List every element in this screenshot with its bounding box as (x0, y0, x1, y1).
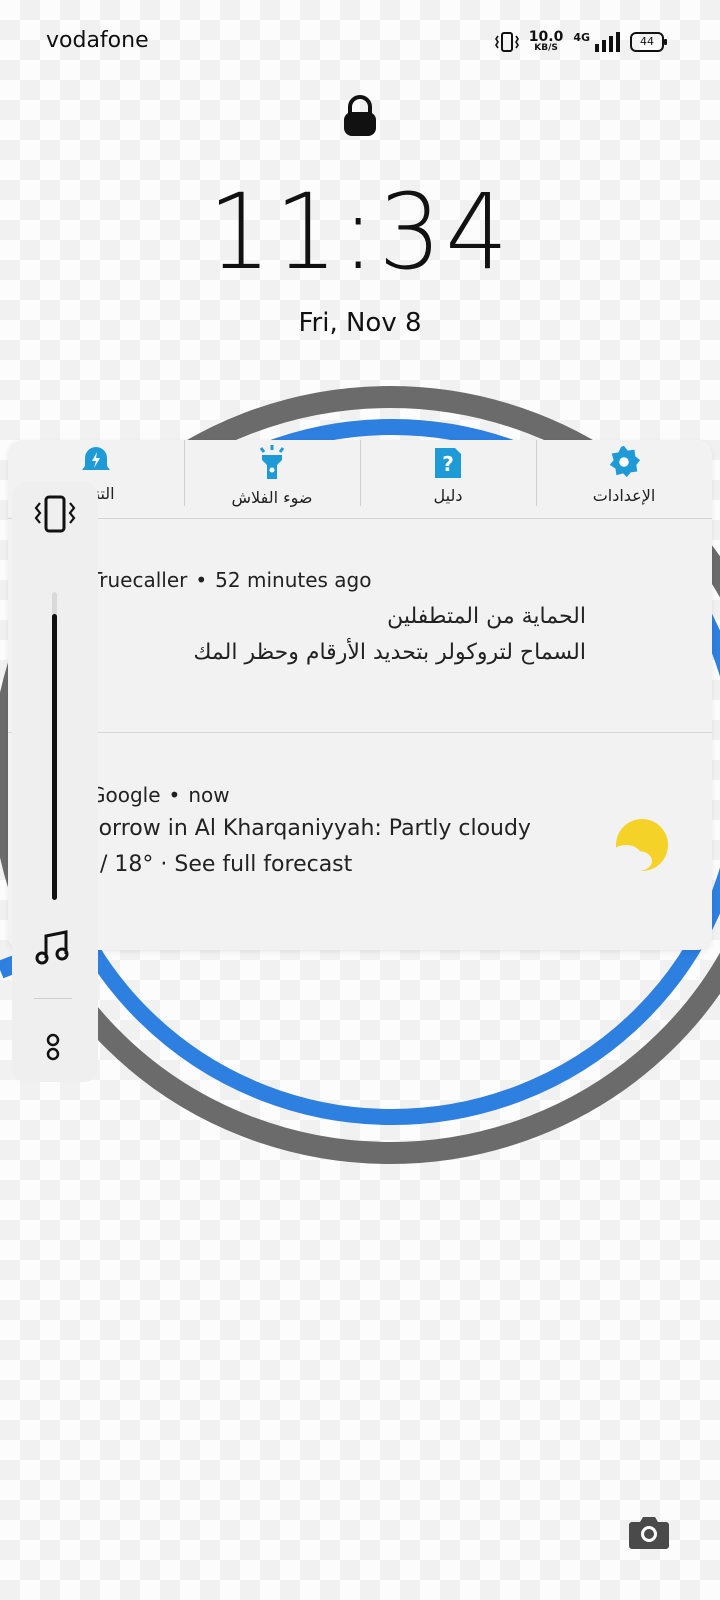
partly-cloudy-icon (610, 819, 668, 871)
network-type: 4G (573, 31, 590, 44)
quick-action-settings[interactable]: الإعدادات (536, 440, 712, 518)
quick-action-label: دليل (433, 486, 463, 505)
camera-icon[interactable] (628, 1514, 670, 1550)
music-note-icon[interactable] (34, 930, 72, 966)
bell-icon (82, 447, 110, 470)
quick-action-label: الإعدادات (592, 486, 656, 505)
battery-icon: 44 (630, 31, 667, 52)
carrier-name: vodafone (46, 28, 149, 53)
notification-google-weather[interactable]: Google • now Tomorrow in Al Kharqaniyyah: … (8, 733, 712, 950)
clock-time: 11:34 (208, 171, 512, 293)
quick-actions-row: التنبيه ضوء الفلاش ? دليل الإعدادات (8, 440, 712, 519)
notification-body: 17° / 18° · See full forecast (54, 852, 353, 877)
flashlight-icon (259, 445, 285, 479)
quick-action-label: ضوء الفلاش (231, 488, 313, 507)
vibrate-status-icon (494, 31, 519, 52)
volume-slider-fill[interactable] (52, 614, 57, 900)
notification-time: 52 minutes ago (215, 568, 372, 592)
notification-header: Truecaller • 52 minutes ago (90, 568, 372, 592)
net-speed-unit: KB/S (534, 43, 558, 53)
net-speed: 10.0 KB/S (529, 30, 564, 53)
status-icons: 10.0 KB/S 4G 44 (494, 30, 667, 53)
quick-action-flashlight[interactable]: ضوء الفلاش (184, 440, 360, 518)
volume-divider (34, 998, 72, 999)
quick-action-guide[interactable]: ? دليل (360, 440, 536, 518)
notification-header: Google • now (90, 783, 230, 807)
notification-title: الحماية من المتطفلين (387, 604, 586, 629)
battery-level: 44 (640, 35, 654, 48)
settings-gear-icon (609, 445, 641, 478)
help-icon: ? (435, 448, 461, 478)
net-speed-value: 10.0 (528, 29, 564, 45)
vibrate-icon[interactable] (34, 494, 76, 534)
signal-icon (595, 31, 620, 52)
notification-title: Tomorrow in Al Kharqaniyyah: Partly clou… (54, 816, 531, 841)
notification-truecaller[interactable]: Truecaller • 52 minutes ago الحماية من الم… (8, 518, 712, 733)
more-options-icon[interactable] (44, 1032, 62, 1062)
svg-text:?: ? (442, 452, 454, 476)
notification-app-name: Google (90, 783, 161, 807)
notification-body: السماح لتروكولر بتحديد الأرقام وحظر المك (193, 640, 586, 665)
notification-app-name: Truecaller (90, 568, 188, 592)
clock-date: Fri, Nov 8 (298, 308, 422, 338)
lock-icon[interactable] (340, 94, 380, 140)
notification-time: now (188, 783, 230, 807)
